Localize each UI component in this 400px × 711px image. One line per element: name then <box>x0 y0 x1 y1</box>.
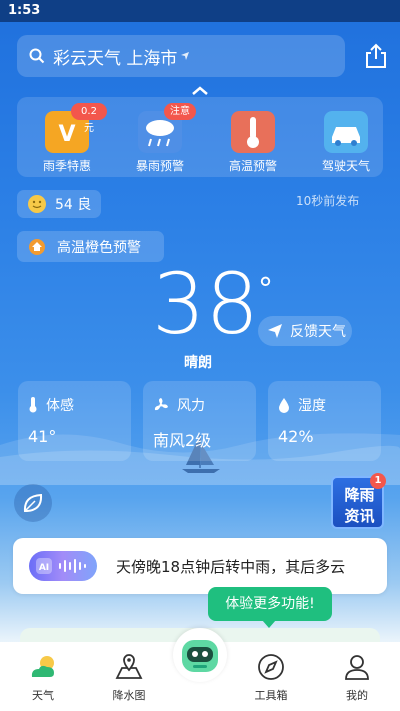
quick-action-rainstorm-warning[interactable]: 注意 暴雨预警 <box>120 97 200 177</box>
feels-like-card[interactable]: 体感 41° <box>18 381 131 461</box>
ai-label: AI <box>39 563 49 573</box>
tab-precipitation-map[interactable]: 降水图 <box>94 642 164 711</box>
weather-condition: 晴朗 <box>184 355 212 371</box>
status-time: 1:53 <box>8 3 41 18</box>
quick-action-label: 雨季特惠 <box>42 159 91 173</box>
assistant-bot-button[interactable] <box>173 628 227 682</box>
map-pin-icon <box>115 654 143 679</box>
thermometer-icon <box>29 397 37 413</box>
rain-news-line2: 资讯 <box>344 507 375 525</box>
fan-icon <box>154 398 168 411</box>
metric-label: 体感 <box>46 398 74 414</box>
quick-action-label: 驾驶天气 <box>321 159 370 173</box>
quick-actions-panel: V 0.2元 雨季特惠 注意 暴雨预警 高温预警 驾驶天气 <box>17 97 383 177</box>
alert-label: 高温橙色预警 <box>57 239 141 256</box>
car-icon <box>324 111 368 153</box>
quick-action-label: 高温预警 <box>228 159 277 173</box>
eco-leaf-button[interactable] <box>14 484 52 522</box>
feedback-weather-button[interactable]: 反馈天气 <box>258 316 352 346</box>
metric-value: 南风2级 <box>153 431 212 450</box>
quick-action-label: 暴雨预警 <box>135 159 184 173</box>
tab-label: 工具箱 <box>254 689 288 702</box>
quick-action-rainy-season-deal[interactable]: V 0.2元 雨季特惠 <box>27 97 107 177</box>
navigation-arrow-icon <box>181 52 190 60</box>
tab-label: 我的 <box>346 689 368 702</box>
tab-label: 天气 <box>32 689 54 702</box>
humidity-card[interactable]: 湿度 42% <box>268 381 381 461</box>
chevron-up-icon[interactable] <box>188 84 212 98</box>
ai-voice-badge[interactable]: AI <box>29 551 97 581</box>
robot-icon <box>182 640 218 672</box>
metric-value: 41° <box>28 427 57 446</box>
quick-action-badge: 0.2元 <box>71 103 107 134</box>
feedback-label: 反馈天气 <box>290 324 346 340</box>
current-temperature: 38 <box>152 255 259 353</box>
tab-toolbox[interactable]: 工具箱 <box>236 642 306 711</box>
quick-action-badge: 注意 <box>164 103 196 120</box>
water-drop-icon <box>279 398 289 413</box>
sun-cloud-icon <box>31 656 54 677</box>
location-search-bar[interactable]: 彩云天气 上海市 <box>17 35 345 77</box>
wind-card[interactable]: 风力 南风2级 <box>143 381 256 461</box>
quick-action-heat-warning[interactable]: 高温预警 <box>213 97 293 177</box>
location-query: 彩云天气 上海市 <box>53 48 178 69</box>
smiley-face-icon <box>28 195 46 213</box>
tab-label: 降水图 <box>112 689 146 702</box>
compass-icon <box>258 654 284 680</box>
send-icon <box>268 324 282 338</box>
leaf-icon <box>23 493 43 512</box>
person-icon <box>345 655 369 680</box>
forecast-summary-card[interactable]: AI 天傍晚18点钟后转中雨，其后多云 <box>13 538 387 594</box>
search-icon <box>29 48 45 64</box>
air-quality-value: 54 良 <box>55 197 92 213</box>
ai-waveform-icon: AI <box>36 558 86 574</box>
heat-alert-chip[interactable]: 高温橙色预警 <box>17 231 164 262</box>
tab-weather[interactable]: 天气 <box>8 642 78 711</box>
forecast-text: 天傍晚18点钟后转中雨，其后多云 <box>116 558 346 576</box>
air-quality-chip[interactable]: 54 良 <box>17 190 101 218</box>
tab-profile[interactable]: 我的 <box>322 642 392 711</box>
publish-time: 10秒前发布 <box>296 194 360 208</box>
tooltip-arrow <box>262 620 276 628</box>
metric-label: 风力 <box>177 398 205 414</box>
share-icon[interactable] <box>362 42 390 70</box>
quick-action-driving-weather[interactable]: 驾驶天气 <box>306 97 386 177</box>
status-bar: 1:53 <box>0 0 400 22</box>
svg-text:V: V <box>58 122 75 147</box>
metric-label: 湿度 <box>298 398 326 414</box>
degree-symbol: ° <box>258 272 273 307</box>
thermometer-icon <box>231 111 275 153</box>
rain-news-badge: 1 <box>370 473 386 489</box>
metric-value: 42% <box>278 427 314 446</box>
warning-house-icon <box>29 238 45 255</box>
feature-tooltip[interactable]: 体验更多功能! <box>208 587 332 621</box>
